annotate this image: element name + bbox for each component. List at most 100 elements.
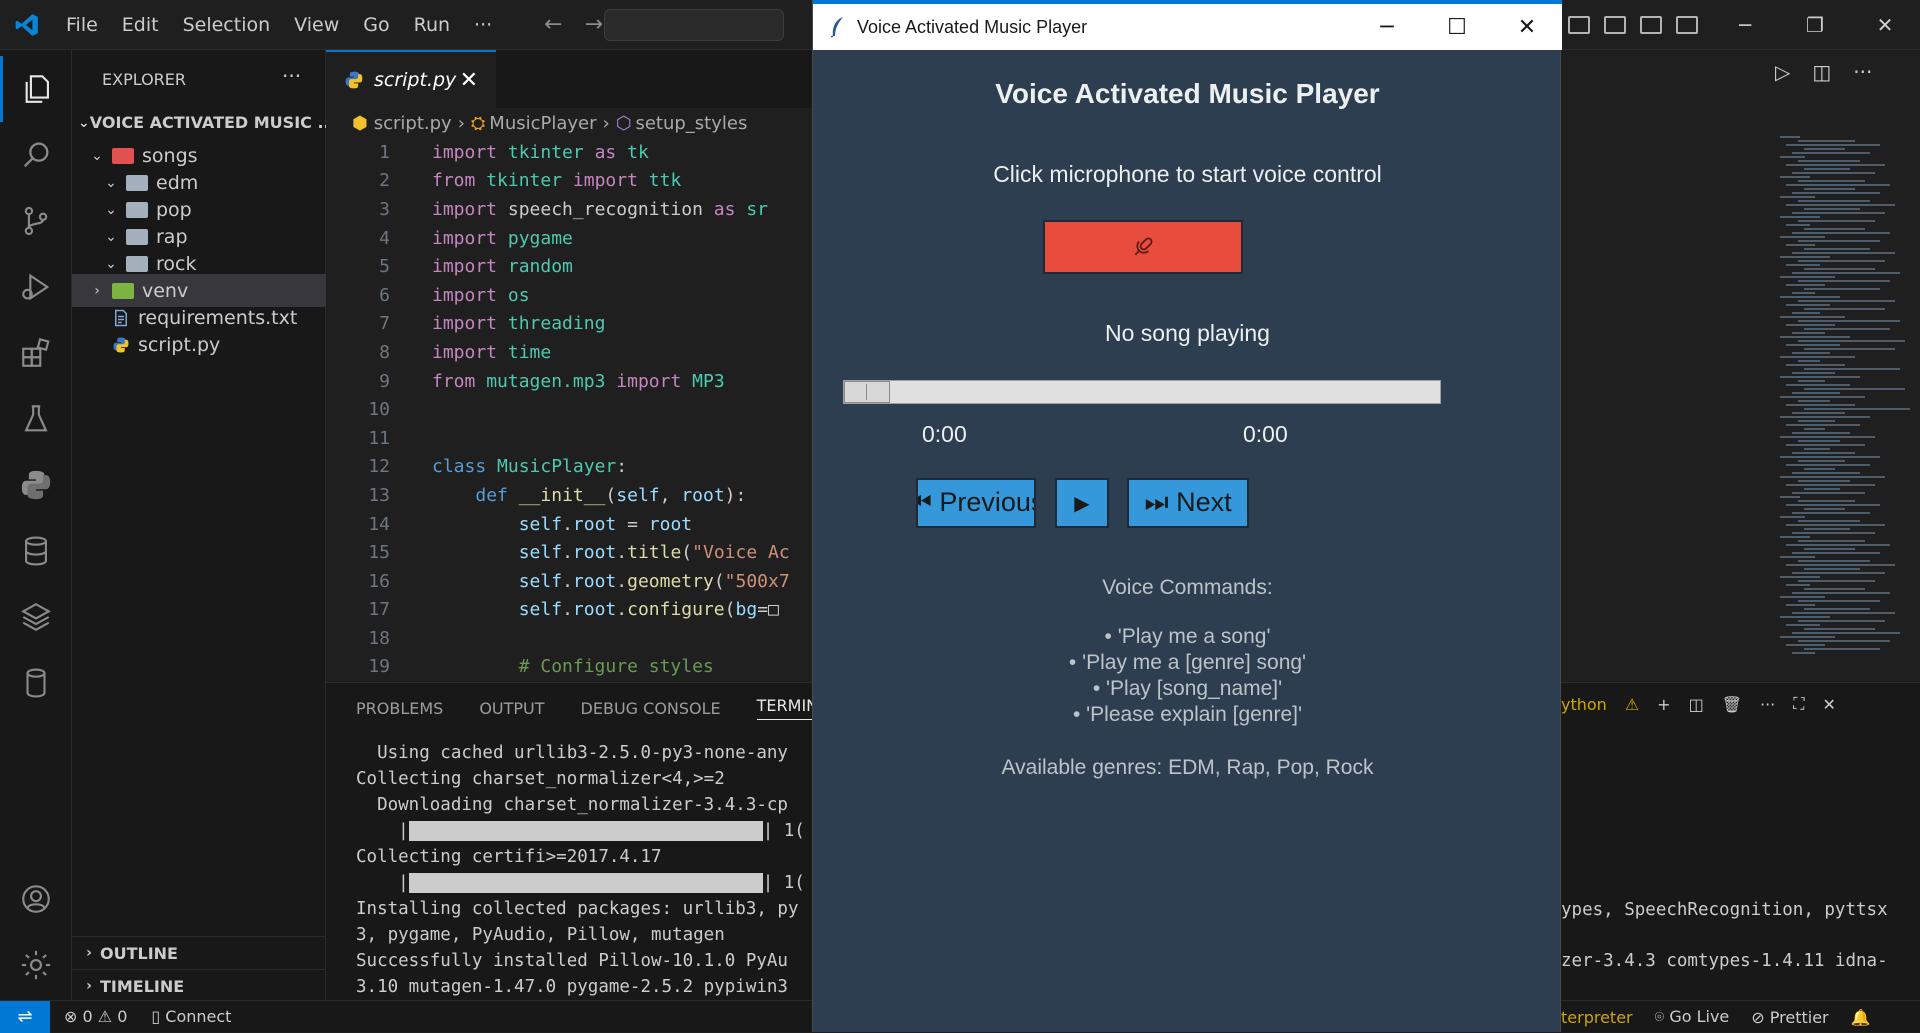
minimap-line xyxy=(1804,228,1865,230)
code-line[interactable]: 9 from mutagen.mp3 import MP3 xyxy=(326,367,812,396)
code-line[interactable]: 17 self.root.configure(bg=□ xyxy=(326,596,812,625)
code-text: class MusicPlayer: xyxy=(432,456,628,478)
toggle-secondary-sidebar-icon[interactable] xyxy=(1676,16,1698,34)
settings-gear-icon[interactable] xyxy=(0,932,72,998)
seek-slider-thumb[interactable] xyxy=(844,381,890,403)
menu-item-selection[interactable]: Selection xyxy=(171,14,283,36)
run-play-icon[interactable]: ▷ xyxy=(1775,60,1790,84)
customize-layout-icon[interactable] xyxy=(1568,16,1590,34)
menu-item-more[interactable]: ··· xyxy=(462,14,504,36)
minimap-line xyxy=(1792,172,1875,174)
seek-slider[interactable] xyxy=(843,380,1441,404)
prettier-status[interactable]: ⊘ Prettier xyxy=(1751,1008,1828,1027)
code-line[interactable]: 12 class MusicPlayer: xyxy=(326,453,812,482)
split-editor-icon[interactable]: ◫ xyxy=(1812,60,1831,84)
back-arrow-icon[interactable]: ← xyxy=(544,12,562,37)
code-line[interactable]: 8 import time xyxy=(326,338,812,367)
editor-tab-script-py[interactable]: script.py ✕ xyxy=(326,50,496,108)
code-line[interactable]: 13 def __init__(self, root): xyxy=(326,481,812,510)
trash-icon[interactable]: 🗑 xyxy=(1722,695,1742,714)
code-line[interactable]: 11 xyxy=(326,424,812,453)
code-line[interactable]: 3 import speech_recognition as sr xyxy=(326,195,812,224)
code-line[interactable]: 4 import pygame xyxy=(326,224,812,253)
explorer-title: EXPLORER xyxy=(102,70,186,89)
database-icon[interactable] xyxy=(0,518,72,584)
new-terminal-icon[interactable]: + xyxy=(1657,695,1670,714)
python-icon[interactable] xyxy=(0,452,72,518)
code-line[interactable]: 10 xyxy=(326,395,812,424)
forward-arrow-icon[interactable]: → xyxy=(585,12,603,37)
search-icon[interactable] xyxy=(0,122,72,188)
source-control-icon[interactable] xyxy=(0,188,72,254)
code-line[interactable]: 19 # Configure styles xyxy=(326,653,812,682)
class-icon: ⛭ xyxy=(470,112,486,134)
toggle-panel-icon[interactable] xyxy=(1640,16,1662,34)
player-maximize-icon[interactable]: ☐ xyxy=(1422,4,1492,50)
toggle-primary-sidebar-icon[interactable] xyxy=(1604,16,1626,34)
minimap[interactable] xyxy=(1780,136,1910,676)
split-terminal-icon[interactable]: ◫ xyxy=(1689,695,1704,714)
panel-tab-output[interactable]: OUTPUT xyxy=(479,699,544,718)
menu-item-run[interactable]: Run xyxy=(402,14,462,36)
code-line[interactable]: 2 from tkinter import ttk xyxy=(326,167,812,196)
code-line[interactable]: 15 self.root.title("Voice Ac xyxy=(326,538,812,567)
play-button[interactable]: ▶ xyxy=(1055,478,1109,528)
tree-item-label: songs xyxy=(142,144,198,167)
cylinder-icon[interactable] xyxy=(0,650,72,716)
restore-icon[interactable]: ❐ xyxy=(1780,0,1850,50)
connect-status[interactable]: ▯ Connect xyxy=(151,1007,231,1026)
account-icon[interactable] xyxy=(0,866,72,932)
panel-tab-debug-console[interactable]: DEBUG CONSOLE xyxy=(581,699,721,718)
code-line[interactable]: 18 xyxy=(326,624,812,653)
terminal-output[interactable]: Using cached urllib3-2.5.0-py3-none-any C… xyxy=(356,743,805,1003)
golive-status[interactable]: ⌾ Go Live xyxy=(1655,1007,1730,1027)
menu-item-file[interactable]: File xyxy=(54,14,110,36)
minimize-icon[interactable]: ─ xyxy=(1710,0,1780,50)
explorer-icon[interactable] xyxy=(0,56,72,122)
code-lines[interactable]: 1 import tkinter as tk 2 from tkinter impor… xyxy=(326,138,812,681)
menu-item-edit[interactable]: Edit xyxy=(110,14,171,36)
more-actions-icon[interactable]: ··· xyxy=(1853,60,1872,84)
remote-icon[interactable]: ⇌ xyxy=(0,1000,50,1033)
code-line[interactable]: 5 import random xyxy=(326,252,812,281)
interpreter-status[interactable]: terpreter xyxy=(1561,1008,1633,1027)
next-button[interactable]: ⏭ Next xyxy=(1127,478,1249,528)
code-line[interactable]: 16 self.root.geometry("500x7 xyxy=(326,567,812,596)
panel-tab-problems[interactable]: PROBLEMS xyxy=(356,699,443,718)
notifications-bell-icon[interactable]: 🔔 xyxy=(1851,1008,1871,1027)
player-minimize-icon[interactable]: ─ xyxy=(1352,4,1422,50)
player-close-icon[interactable]: ✕ xyxy=(1492,4,1562,50)
problems-status[interactable]: ⊗ 0 ⚠ 0 xyxy=(64,1007,127,1026)
run-debug-icon[interactable] xyxy=(0,254,72,320)
menu-item-view[interactable]: View xyxy=(282,14,351,36)
minimap-line xyxy=(1780,596,1825,598)
breadcrumb-class[interactable]: MusicPlayer xyxy=(489,113,596,134)
menu-item-go[interactable]: Go xyxy=(351,14,401,36)
close-panel-icon[interactable]: ✕ xyxy=(1822,695,1835,714)
outline-section[interactable]: › OUTLINE xyxy=(72,936,326,969)
previous-button[interactable]: ⏮ Previous xyxy=(916,478,1036,528)
code-line[interactable]: 7 import threading xyxy=(326,310,812,339)
tree-item[interactable]: script.py xyxy=(72,328,326,361)
code-line[interactable]: 1 import tkinter as tk xyxy=(326,138,812,167)
code-line[interactable]: 6 import os xyxy=(326,281,812,310)
command-center-search[interactable] xyxy=(604,9,784,41)
timeline-section[interactable]: › TIMELINE xyxy=(72,969,326,1002)
panel-more-icon[interactable]: ··· xyxy=(1760,695,1775,714)
tree-item-label: pop xyxy=(156,198,192,221)
minimap-line xyxy=(1798,440,1840,442)
breadcrumb-method[interactable]: setup_styles xyxy=(635,113,747,134)
testing-flask-icon[interactable] xyxy=(0,386,72,452)
close-icon[interactable]: ✕ xyxy=(1850,0,1920,50)
maximize-panel-icon[interactable]: ⛶ xyxy=(1793,694,1804,714)
line-number: 2 xyxy=(379,170,390,192)
breadcrumb-file[interactable]: script.py xyxy=(374,113,452,134)
code-line[interactable]: 14 self.root = root xyxy=(326,510,812,539)
workspace-root[interactable]: ⌄ VOICE ACTIVATED MUSIC ... xyxy=(72,106,336,139)
microphone-button[interactable] xyxy=(1043,220,1243,274)
extensions-icon[interactable] xyxy=(0,320,72,386)
layers-icon[interactable] xyxy=(0,584,72,650)
explorer-more-icon[interactable]: ··· xyxy=(282,64,301,88)
bottom-panel: PROBLEMS OUTPUT DEBUG CONSOLE TERMINAL Usin… xyxy=(326,682,839,1003)
tab-close-icon[interactable]: ✕ xyxy=(460,68,478,93)
